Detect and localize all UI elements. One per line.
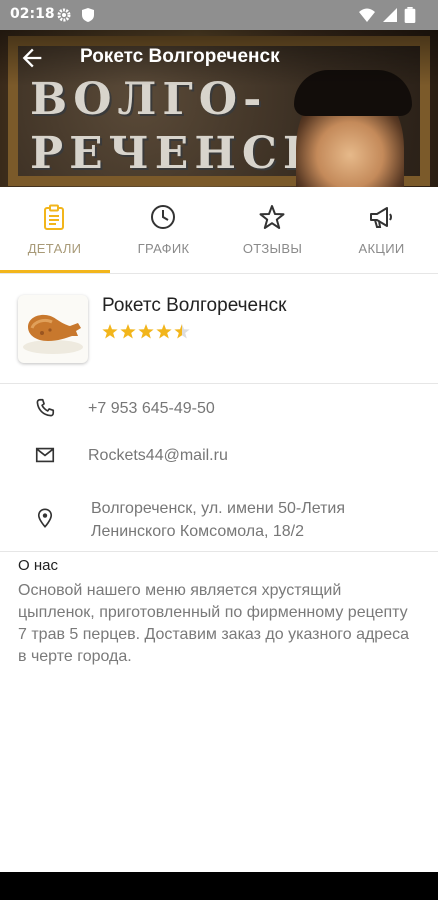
phone-number: +7 953 645-49-50 [88,400,215,417]
status-bar: 02:18 [0,0,438,30]
star-half-icon [174,324,190,339]
mail-icon [35,447,55,463]
battery-icon [404,7,416,23]
address-row[interactable]: Волгореченск, ул. имени 50-Летия Ленинск… [0,497,438,545]
email-address: Rockets44@mail.ru [88,447,228,464]
star-outline-icon [259,205,285,229]
megaphone-icon [370,207,392,228]
phone-row[interactable]: +7 953 645-49-50 [0,396,438,422]
tab-reviews[interactable]: ОТЗЫВЫ [218,187,327,273]
star-icon [138,324,154,339]
clock-icon [151,205,175,229]
tab-bar: ДЕТАЛИ ГРАФИК ОТЗЫВЫ АКЦИИ [0,187,438,274]
star-icon [120,324,136,339]
place-name: Рокетс Волгореченск [102,295,287,316]
header-banner: ВОЛГО- РЕЧЕНСК Рокетс Волгореченск [0,30,438,187]
page-title: Рокетс Волгореченск [80,46,280,67]
address-line-1: Волгореченск, ул. имени 50-Летия [91,500,346,517]
rating-stars [102,323,192,345]
place-info: Рокетс Волгореченск [0,273,438,384]
clipboard-icon [44,204,64,230]
tab-reviews-label: ОТЗЫВЫ [242,241,303,256]
tab-schedule-label: ГРАФИК [137,241,190,256]
star-icon [156,324,172,339]
location-pin-icon [37,508,53,528]
about-section: О нас Основой нашего меню является хруст… [0,551,438,665]
email-row[interactable]: Rockets44@mail.ru [0,443,438,469]
tab-schedule[interactable]: ГРАФИК [109,187,218,273]
chicken-leg-image [23,314,83,354]
phone-icon [36,398,55,417]
banner-text-line2: РЕЧЕНСК [30,128,329,179]
gear-icon [57,8,71,22]
about-heading: О нас [18,557,58,574]
wifi-icon [359,8,375,22]
system-nav-bar [0,872,438,900]
status-time: 02:18 [10,6,55,22]
address-line-2: Ленинского Комсомола, 18/2 [91,523,305,540]
signal-icon [383,8,397,22]
tab-promos[interactable]: АКЦИИ [327,187,436,273]
tab-details-label: ДЕТАЛИ [27,241,82,256]
back-arrow-icon[interactable] [18,44,46,72]
about-text: Основой нашего меню является хрустящий ц… [18,582,409,665]
shield-icon [82,8,94,22]
tab-promos-label: АКЦИИ [358,241,405,256]
place-thumbnail [18,295,88,363]
star-icon [102,324,118,339]
tab-details[interactable]: ДЕТАЛИ [0,187,109,273]
